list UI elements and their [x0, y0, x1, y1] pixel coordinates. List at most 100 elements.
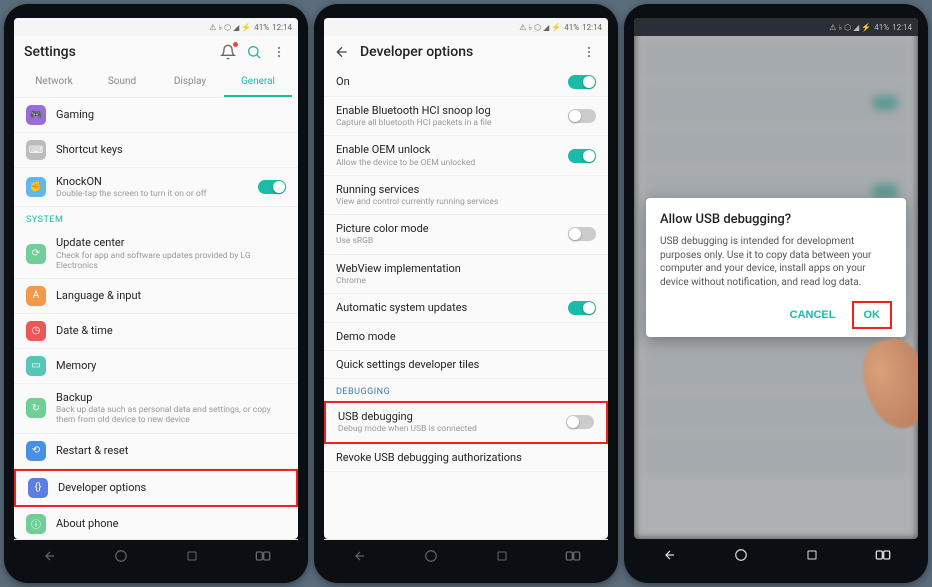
toggle-switch[interactable]	[568, 109, 596, 123]
more-icon[interactable]	[272, 44, 288, 60]
toggle-switch[interactable]	[568, 227, 596, 241]
phone-settings: ⚠ ♭ ⬡ ◢ ⚡ 41% 12:14 Settings Network Sou…	[4, 4, 308, 583]
cancel-button[interactable]: CANCEL	[780, 301, 846, 329]
settings-tabs: Network Sound Display General	[14, 68, 298, 98]
back-button[interactable]	[41, 547, 59, 565]
android-nav-bar	[634, 539, 918, 571]
list-item[interactable]: ⌨Shortcut keys	[14, 133, 298, 168]
toggle-switch[interactable]	[258, 180, 286, 194]
list-item[interactable]: ↻BackupBack up data such as personal dat…	[14, 384, 298, 434]
status-battery: 41%	[564, 23, 579, 32]
status-bar: ⚠ ♭ ⬡ ◢ ⚡ 41% 12:14	[634, 18, 918, 36]
row-icon: ⌨	[26, 140, 46, 160]
phone-developer-options: ⚠ ♭ ⬡ ◢ ⚡ 41% 12:14 Developer options On…	[314, 4, 618, 583]
row-icon: 🎮	[26, 105, 46, 125]
list-item[interactable]: A Language & input	[14, 279, 298, 314]
status-icons: ⚠ ♭ ⬡ ◢ ⚡	[829, 23, 871, 32]
tab-display[interactable]: Display	[156, 68, 224, 97]
row-subtitle: Debug mode when USB is connected	[338, 424, 556, 434]
list-item[interactable]: {}Developer options	[14, 469, 298, 507]
tab-general[interactable]: General	[224, 68, 292, 97]
status-icons: ⚠ ♭ ⬡ ◢ ⚡	[209, 23, 251, 32]
list-item[interactable]: ⟳Update centerCheck for app and software…	[14, 229, 298, 279]
row-title: Date & time	[56, 324, 286, 337]
row-subtitle: Chrome	[336, 276, 596, 286]
android-nav-bar	[324, 539, 608, 571]
list-item[interactable]: Enable OEM unlock Allow the device to be …	[324, 136, 608, 175]
status-time: 12:14	[582, 23, 602, 32]
list-item[interactable]: Demo mode	[324, 323, 608, 351]
row-icon: {}	[28, 478, 48, 498]
back-button[interactable]	[661, 546, 679, 564]
recents-button[interactable]	[803, 546, 821, 564]
more-icon[interactable]	[582, 44, 598, 60]
list-item[interactable]: ✊KnockONDouble-tap the screen to turn it…	[14, 168, 298, 207]
row-icon: A	[26, 286, 46, 306]
back-button[interactable]	[351, 547, 369, 565]
android-nav-bar	[14, 539, 298, 571]
row-title: Running services	[336, 183, 596, 196]
row-title: Gaming	[56, 108, 286, 121]
row-subtitle: View and control currently running servi…	[336, 197, 596, 207]
row-subtitle: Check for app and software updates provi…	[56, 251, 286, 271]
row-icon: ◷	[26, 321, 46, 341]
home-button[interactable]	[112, 547, 130, 565]
toggle-switch[interactable]	[568, 149, 596, 163]
list-item[interactable]: WebView implementationChrome	[324, 255, 608, 294]
list-item[interactable]: Enable Bluetooth HCI snoop logCapture al…	[324, 97, 608, 136]
list-item[interactable]: Automatic system updates	[324, 294, 608, 323]
notification-bell-icon[interactable]	[220, 44, 236, 60]
list-item[interactable]: 🎮 Gaming	[14, 98, 298, 133]
row-title: Language & input	[56, 289, 286, 302]
ok-button[interactable]: OK	[852, 301, 893, 329]
row-icon: ⟲	[26, 441, 46, 461]
row-title: Enable OEM unlock	[336, 143, 558, 156]
tab-network[interactable]: Network	[20, 68, 88, 97]
recents-button[interactable]	[183, 547, 201, 565]
devoptions-header: Developer options	[324, 36, 608, 68]
recents-button[interactable]	[493, 547, 511, 565]
section-label: SYSTEM	[14, 207, 298, 229]
row-title: Quick settings developer tiles	[336, 358, 596, 371]
tab-sound[interactable]: Sound	[88, 68, 156, 97]
usb-debugging-dialog: Allow USB debugging? USB debugging is in…	[646, 198, 906, 337]
row-subtitle: Back up data such as personal data and s…	[56, 405, 286, 425]
screenshot-button[interactable]	[564, 547, 582, 565]
list-item[interactable]: Picture color modeUse sRGB	[324, 215, 608, 254]
list-item[interactable]: Revoke USB debugging authorizations	[324, 444, 608, 472]
section-label: DEBUGGING	[324, 379, 608, 401]
list-item[interactable]: Quick settings developer tiles	[324, 351, 608, 379]
list-item[interactable]: ▭Memory	[14, 349, 298, 384]
page-title: Settings	[24, 44, 210, 60]
screenshot-button[interactable]	[874, 546, 892, 564]
list-item[interactable]: USB debuggingDebug mode when USB is conn…	[324, 401, 608, 443]
row-title: About phone	[56, 517, 286, 530]
status-bar: ⚠ ♭ ⬡ ◢ ⚡ 41% 12:14	[14, 18, 298, 36]
home-button[interactable]	[732, 546, 750, 564]
list-item[interactable]: Running servicesView and control current…	[324, 176, 608, 215]
dialog-title: Allow USB debugging?	[660, 212, 892, 227]
toggle-switch[interactable]	[568, 75, 596, 89]
status-time: 12:14	[272, 23, 292, 32]
list-item[interactable]: ⓘ About phone	[14, 507, 298, 540]
toggle-switch[interactable]	[568, 301, 596, 315]
status-time: 12:14	[892, 23, 912, 32]
list-item[interactable]: ⟲ Restart & reset	[14, 434, 298, 469]
row-icon: ✊	[26, 177, 46, 197]
row-icon: ⓘ	[26, 514, 46, 534]
row-title: Picture color mode	[336, 222, 558, 235]
toggle-switch[interactable]	[566, 415, 594, 429]
row-title: Restart & reset	[56, 444, 286, 457]
row-subtitle: Allow the device to be OEM unlocked	[336, 158, 558, 168]
search-icon[interactable]	[246, 44, 262, 60]
back-arrow-icon[interactable]	[334, 44, 350, 60]
row-title: KnockON	[56, 175, 248, 188]
row-title: Demo mode	[336, 330, 596, 343]
row-icon: ↻	[26, 398, 46, 418]
list-item[interactable]: On	[324, 68, 608, 97]
screenshot-button[interactable]	[254, 547, 272, 565]
row-title: WebView implementation	[336, 262, 596, 275]
list-item[interactable]: ◷ Date & time	[14, 314, 298, 349]
dialog-body: USB debugging is intended for developmen…	[660, 235, 892, 289]
home-button[interactable]	[422, 547, 440, 565]
